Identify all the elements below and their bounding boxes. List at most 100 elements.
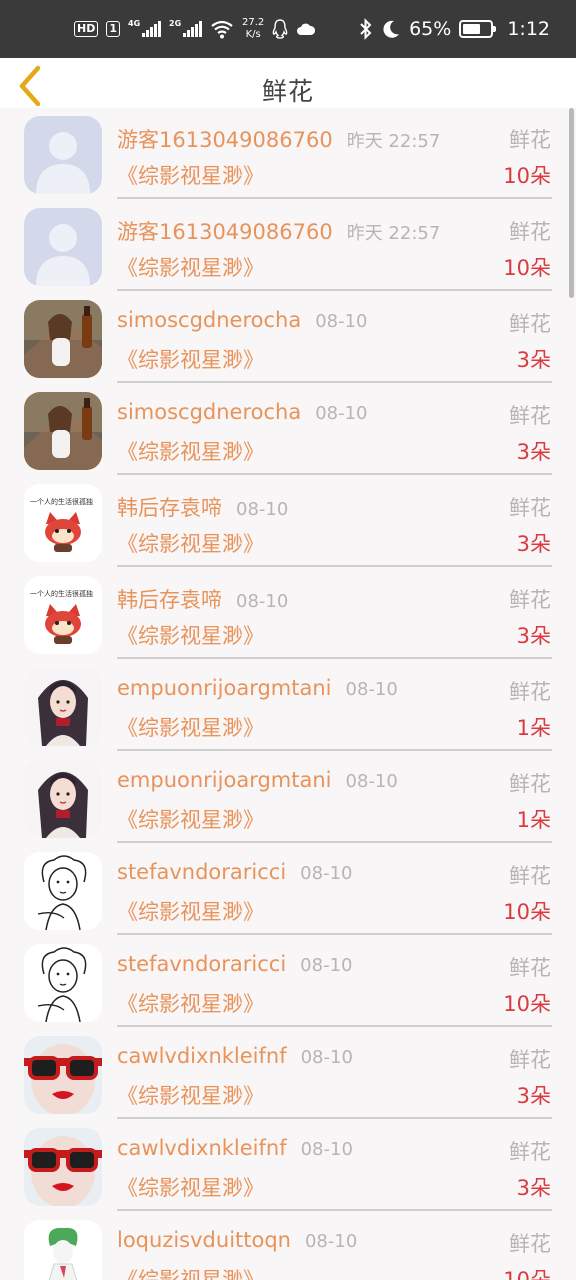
avatar[interactable]: 一个人的生活很孤独 — [24, 576, 102, 654]
work-title[interactable]: 《综影视星渺》 — [117, 620, 264, 650]
avatar[interactable] — [24, 1036, 102, 1114]
avatar[interactable] — [24, 1128, 102, 1206]
list-item[interactable]: simoscgdnerocha 08-10 鲜花《综影视星渺》 3朵 — [0, 384, 576, 476]
divider — [117, 1117, 552, 1119]
work-title[interactable]: 《综影视星渺》 — [117, 160, 264, 190]
work-title[interactable]: 《综影视星渺》 — [117, 896, 264, 926]
gift-type: 鲜花 — [509, 864, 551, 888]
work-title[interactable]: 《综影视星渺》 — [117, 1080, 264, 1110]
sender-name-text: 游客1613049086760 — [117, 128, 333, 152]
scrollbar[interactable] — [569, 108, 574, 298]
avatar[interactable] — [24, 944, 102, 1022]
list-item[interactable]: 游客1613049086760 昨天 22:57 鲜花 《综影视星渺》 10朵 — [0, 200, 576, 292]
work-title[interactable]: 《综影视星渺》 — [117, 988, 264, 1018]
timestamp: 昨天 22:57 — [346, 131, 441, 152]
timestamp: 08-10 — [300, 1139, 353, 1160]
sender-name[interactable]: empuonrijoargmtani 08-10 — [117, 768, 398, 792]
svg-text:一个人的生活很孤独: 一个人的生活很孤独 — [30, 497, 93, 506]
divider — [117, 565, 552, 567]
timestamp: 08-10 — [315, 311, 368, 332]
flower-count: 3朵 — [516, 440, 551, 464]
green-character-avatar — [24, 1220, 102, 1280]
flower-gift-list[interactable]: 游客1613049086760 昨天 22:57 鲜花 《综影视星渺》 10朵 游客161… — [0, 108, 576, 1280]
sender-name[interactable]: loquzisvduittoqn 08-10 — [117, 1228, 357, 1252]
flower-count: 10朵 — [503, 256, 551, 280]
sender-name-text: simoscgdnerocha — [117, 308, 302, 332]
photo-woman-bottle-avatar — [24, 392, 102, 470]
gift-type: 鲜花 — [509, 312, 551, 336]
red-sunglasses-avatar — [24, 1128, 102, 1206]
avatar[interactable]: 一个人的生活很孤独 — [24, 484, 102, 562]
net-speed: 27.2 K/s — [242, 17, 264, 41]
cartoon-red-fox-avatar: 一个人的生活很孤独 — [24, 576, 102, 654]
avatar[interactable] — [24, 208, 102, 286]
work-title[interactable]: 《综影视星渺》 — [117, 804, 264, 834]
list-item[interactable]: stefavndoraricci 08-10 鲜花 《综影视星渺》 10朵 — [0, 936, 576, 1028]
avatar[interactable] — [24, 668, 102, 746]
timestamp: 08-10 — [345, 771, 398, 792]
avatar[interactable] — [24, 852, 102, 930]
sender-name[interactable]: 韩后存袁啼 08-10 — [117, 584, 288, 614]
flower-count: 10朵 — [503, 992, 551, 1016]
timestamp: 08-10 — [300, 955, 353, 976]
work-title[interactable]: 《综影视星渺》 — [117, 1264, 264, 1280]
divider — [117, 933, 552, 935]
divider — [117, 381, 552, 383]
work-title[interactable]: 《综影视星渺》 — [117, 528, 264, 558]
timestamp: 08-10 — [300, 1047, 353, 1068]
sender-name[interactable]: cawlvdixnkleifnf 08-10 — [117, 1044, 353, 1068]
list-item[interactable]: empuonrijoargmtani 08-10 鲜花 《综影视星渺》 1朵 — [0, 752, 576, 844]
divider — [117, 657, 552, 659]
hd-badge: HD — [74, 21, 99, 37]
sender-name[interactable]: cawlvdixnkleifnf 08-10 — [117, 1136, 353, 1160]
work-title[interactable]: 《综影视星渺》 — [117, 436, 264, 466]
gift-type: 鲜花 — [509, 404, 551, 428]
sender-name-text: 韩后存袁啼 — [117, 496, 222, 520]
work-title[interactable]: 《综影视星渺》 — [117, 344, 264, 374]
sender-name[interactable]: stefavndoraricci 08-10 — [117, 952, 352, 976]
sender-name[interactable]: 游客1613049086760 昨天 22:57 — [117, 124, 440, 154]
avatar[interactable] — [24, 116, 102, 194]
list-item[interactable]: simoscgdnerocha 08-10 鲜花 《综影视星渺》 3朵 — [0, 292, 576, 384]
sender-name-text: empuonrijoargmtani — [117, 768, 332, 792]
flower-count: 3朵 — [516, 1176, 551, 1200]
divider — [117, 289, 552, 291]
sender-name-text: simoscgdnerocha — [117, 400, 302, 424]
avatar[interactable] — [24, 1220, 102, 1280]
work-title[interactable]: 《综影视星渺》 — [117, 712, 264, 742]
work-title[interactable]: 《综影视星渺》 — [117, 1172, 264, 1202]
sender-name[interactable]: 韩后存袁啼 08-10 — [117, 492, 288, 522]
line-sketch-avatar — [24, 852, 102, 930]
gift-type: 鲜花 — [509, 680, 551, 704]
sender-name[interactable]: empuonrijoargmtani 08-10 — [117, 676, 398, 700]
sender-name[interactable]: simoscgdnerocha 08-10 — [117, 400, 368, 424]
sender-name-text: cawlvdixnkleifnf — [117, 1044, 287, 1068]
avatar[interactable] — [24, 300, 102, 378]
illustrated-girl-avatar — [24, 760, 102, 838]
work-title[interactable]: 《综影视星渺》 — [117, 252, 264, 282]
divider — [117, 197, 552, 199]
list-item[interactable]: 游客1613049086760 昨天 22:57 鲜花 《综影视星渺》 10朵 — [0, 108, 576, 200]
list-item[interactable]: cawlvdixnkleifnf 08-10 鲜花 《综影视星渺》 3朵 — [0, 1028, 576, 1120]
svg-text:一个人的生活很孤独: 一个人的生活很孤独 — [30, 589, 93, 598]
sender-name-text: 韩后存袁啼 — [117, 588, 222, 612]
sender-name[interactable]: stefavndoraricci 08-10 — [117, 860, 352, 884]
divider — [117, 473, 552, 475]
sender-name-text: 游客1613049086760 — [117, 220, 333, 244]
status-right: 65% 1:12 — [359, 14, 550, 44]
bluetooth-icon — [360, 18, 372, 40]
avatar[interactable] — [24, 760, 102, 838]
sender-name[interactable]: simoscgdnerocha 08-10 — [117, 308, 368, 332]
gift-type: 鲜花 — [509, 496, 551, 520]
sender-name[interactable]: 游客1613049086760 昨天 22:57 — [117, 216, 440, 246]
net-type-1: 4G — [128, 19, 141, 28]
list-item[interactable]: 一个人的生活很孤独 韩后存袁啼 08-10 鲜花 《综影视星渺》 3朵 — [0, 476, 576, 568]
list-item[interactable]: stefavndoraricci 08-10 鲜花 《综影视星渺》 10朵 — [0, 844, 576, 936]
avatar[interactable] — [24, 392, 102, 470]
list-item[interactable]: 一个人的生活很孤独 韩后存袁啼 08-10 鲜花 《综影视星渺》 3朵 — [0, 568, 576, 660]
battery-percent: 65% — [409, 18, 452, 40]
list-item[interactable]: empuonrijoargmtani 08-10 鲜花 《综影视星渺》 1朵 — [0, 660, 576, 752]
cloud-icon — [297, 23, 316, 35]
list-item[interactable]: loquzisvduittoqn 08-10 鲜花 《综影视星渺》 10朵 — [0, 1212, 576, 1280]
list-item[interactable]: cawlvdixnkleifnf 08-10 鲜花 《综影视星渺》 3朵 — [0, 1120, 576, 1212]
